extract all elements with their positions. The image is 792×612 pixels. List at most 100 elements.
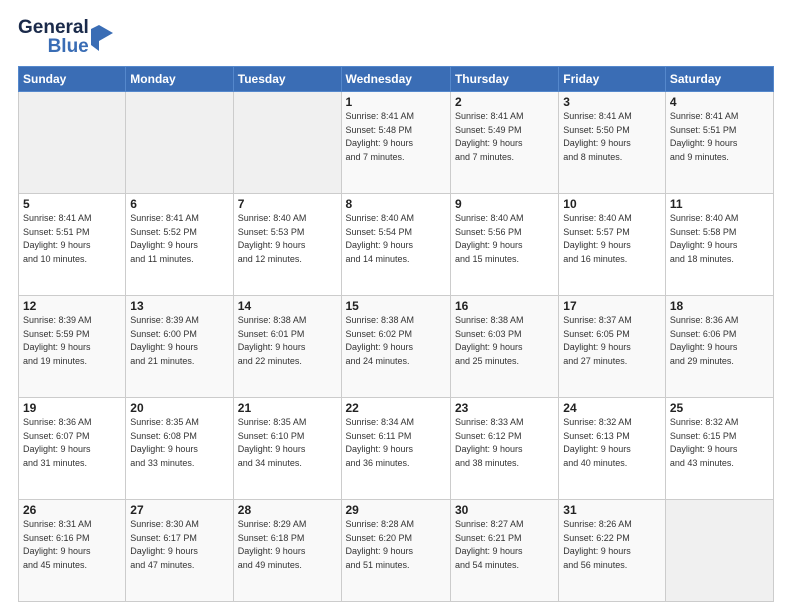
calendar-cell: 14Sunrise: 8:38 AMSunset: 6:01 PMDayligh…: [233, 296, 341, 398]
day-info: Sunrise: 8:40 AMSunset: 5:53 PMDaylight:…: [238, 212, 337, 266]
calendar-cell: [665, 500, 773, 602]
day-info: Sunrise: 8:40 AMSunset: 5:58 PMDaylight:…: [670, 212, 769, 266]
calendar-week-row: 1Sunrise: 8:41 AMSunset: 5:48 PMDaylight…: [19, 92, 774, 194]
day-info: Sunrise: 8:35 AMSunset: 6:08 PMDaylight:…: [130, 416, 228, 470]
calendar-cell: 16Sunrise: 8:38 AMSunset: 6:03 PMDayligh…: [450, 296, 558, 398]
day-info: Sunrise: 8:35 AMSunset: 6:10 PMDaylight:…: [238, 416, 337, 470]
calendar-table: SundayMondayTuesdayWednesdayThursdayFrid…: [18, 66, 774, 602]
calendar-header-row: SundayMondayTuesdayWednesdayThursdayFrid…: [19, 67, 774, 92]
calendar-cell: 3Sunrise: 8:41 AMSunset: 5:50 PMDaylight…: [559, 92, 666, 194]
calendar-cell: [19, 92, 126, 194]
logo-blue: Blue: [48, 37, 89, 56]
calendar-week-row: 26Sunrise: 8:31 AMSunset: 6:16 PMDayligh…: [19, 500, 774, 602]
day-number: 28: [238, 503, 337, 517]
day-number: 27: [130, 503, 228, 517]
day-header-sunday: Sunday: [19, 67, 126, 92]
day-info: Sunrise: 8:30 AMSunset: 6:17 PMDaylight:…: [130, 518, 228, 572]
day-header-monday: Monday: [126, 67, 233, 92]
calendar-page: General Blue SundayMondayTuesdayWednesda…: [0, 0, 792, 612]
day-number: 10: [563, 197, 661, 211]
day-number: 14: [238, 299, 337, 313]
day-number: 9: [455, 197, 554, 211]
day-number: 30: [455, 503, 554, 517]
day-info: Sunrise: 8:26 AMSunset: 6:22 PMDaylight:…: [563, 518, 661, 572]
day-info: Sunrise: 8:33 AMSunset: 6:12 PMDaylight:…: [455, 416, 554, 470]
day-number: 20: [130, 401, 228, 415]
day-number: 31: [563, 503, 661, 517]
day-info: Sunrise: 8:41 AMSunset: 5:49 PMDaylight:…: [455, 110, 554, 164]
day-number: 21: [238, 401, 337, 415]
day-info: Sunrise: 8:29 AMSunset: 6:18 PMDaylight:…: [238, 518, 337, 572]
day-number: 3: [563, 95, 661, 109]
day-info: Sunrise: 8:27 AMSunset: 6:21 PMDaylight:…: [455, 518, 554, 572]
day-info: Sunrise: 8:40 AMSunset: 5:56 PMDaylight:…: [455, 212, 554, 266]
day-number: 5: [23, 197, 121, 211]
calendar-cell: [233, 92, 341, 194]
calendar-week-row: 19Sunrise: 8:36 AMSunset: 6:07 PMDayligh…: [19, 398, 774, 500]
day-number: 8: [346, 197, 446, 211]
day-number: 1: [346, 95, 446, 109]
calendar-cell: 26Sunrise: 8:31 AMSunset: 6:16 PMDayligh…: [19, 500, 126, 602]
day-number: 24: [563, 401, 661, 415]
calendar-cell: 27Sunrise: 8:30 AMSunset: 6:17 PMDayligh…: [126, 500, 233, 602]
header: General Blue: [18, 18, 774, 56]
day-header-wednesday: Wednesday: [341, 67, 450, 92]
day-number: 29: [346, 503, 446, 517]
day-info: Sunrise: 8:38 AMSunset: 6:01 PMDaylight:…: [238, 314, 337, 368]
calendar-cell: 7Sunrise: 8:40 AMSunset: 5:53 PMDaylight…: [233, 194, 341, 296]
day-info: Sunrise: 8:41 AMSunset: 5:51 PMDaylight:…: [23, 212, 121, 266]
logo-general: General: [18, 18, 89, 37]
calendar-cell: 28Sunrise: 8:29 AMSunset: 6:18 PMDayligh…: [233, 500, 341, 602]
day-info: Sunrise: 8:28 AMSunset: 6:20 PMDaylight:…: [346, 518, 446, 572]
calendar-cell: 23Sunrise: 8:33 AMSunset: 6:12 PMDayligh…: [450, 398, 558, 500]
calendar-cell: 18Sunrise: 8:36 AMSunset: 6:06 PMDayligh…: [665, 296, 773, 398]
calendar-cell: 12Sunrise: 8:39 AMSunset: 5:59 PMDayligh…: [19, 296, 126, 398]
calendar-cell: 22Sunrise: 8:34 AMSunset: 6:11 PMDayligh…: [341, 398, 450, 500]
day-number: 19: [23, 401, 121, 415]
calendar-cell: 8Sunrise: 8:40 AMSunset: 5:54 PMDaylight…: [341, 194, 450, 296]
day-info: Sunrise: 8:32 AMSunset: 6:13 PMDaylight:…: [563, 416, 661, 470]
day-number: 6: [130, 197, 228, 211]
calendar-cell: 5Sunrise: 8:41 AMSunset: 5:51 PMDaylight…: [19, 194, 126, 296]
calendar-cell: 4Sunrise: 8:41 AMSunset: 5:51 PMDaylight…: [665, 92, 773, 194]
calendar-cell: 13Sunrise: 8:39 AMSunset: 6:00 PMDayligh…: [126, 296, 233, 398]
day-number: 2: [455, 95, 554, 109]
day-info: Sunrise: 8:38 AMSunset: 6:03 PMDaylight:…: [455, 314, 554, 368]
calendar-cell: 15Sunrise: 8:38 AMSunset: 6:02 PMDayligh…: [341, 296, 450, 398]
day-number: 23: [455, 401, 554, 415]
day-info: Sunrise: 8:39 AMSunset: 5:59 PMDaylight:…: [23, 314, 121, 368]
calendar-cell: 1Sunrise: 8:41 AMSunset: 5:48 PMDaylight…: [341, 92, 450, 194]
day-info: Sunrise: 8:38 AMSunset: 6:02 PMDaylight:…: [346, 314, 446, 368]
day-header-tuesday: Tuesday: [233, 67, 341, 92]
calendar-cell: 31Sunrise: 8:26 AMSunset: 6:22 PMDayligh…: [559, 500, 666, 602]
day-number: 26: [23, 503, 121, 517]
calendar-cell: 21Sunrise: 8:35 AMSunset: 6:10 PMDayligh…: [233, 398, 341, 500]
day-number: 4: [670, 95, 769, 109]
calendar-cell: 24Sunrise: 8:32 AMSunset: 6:13 PMDayligh…: [559, 398, 666, 500]
logo: General Blue: [18, 18, 113, 56]
calendar-cell: 29Sunrise: 8:28 AMSunset: 6:20 PMDayligh…: [341, 500, 450, 602]
day-number: 12: [23, 299, 121, 313]
day-info: Sunrise: 8:40 AMSunset: 5:57 PMDaylight:…: [563, 212, 661, 266]
day-number: 17: [563, 299, 661, 313]
day-info: Sunrise: 8:31 AMSunset: 6:16 PMDaylight:…: [23, 518, 121, 572]
calendar-cell: 30Sunrise: 8:27 AMSunset: 6:21 PMDayligh…: [450, 500, 558, 602]
calendar-cell: [126, 92, 233, 194]
calendar-cell: 20Sunrise: 8:35 AMSunset: 6:08 PMDayligh…: [126, 398, 233, 500]
day-number: 13: [130, 299, 228, 313]
calendar-cell: 11Sunrise: 8:40 AMSunset: 5:58 PMDayligh…: [665, 194, 773, 296]
calendar-cell: 9Sunrise: 8:40 AMSunset: 5:56 PMDaylight…: [450, 194, 558, 296]
calendar-cell: 6Sunrise: 8:41 AMSunset: 5:52 PMDaylight…: [126, 194, 233, 296]
day-info: Sunrise: 8:39 AMSunset: 6:00 PMDaylight:…: [130, 314, 228, 368]
logo-icon: [91, 23, 113, 51]
day-info: Sunrise: 8:32 AMSunset: 6:15 PMDaylight:…: [670, 416, 769, 470]
day-number: 25: [670, 401, 769, 415]
calendar-cell: 19Sunrise: 8:36 AMSunset: 6:07 PMDayligh…: [19, 398, 126, 500]
day-number: 16: [455, 299, 554, 313]
day-info: Sunrise: 8:41 AMSunset: 5:51 PMDaylight:…: [670, 110, 769, 164]
day-info: Sunrise: 8:37 AMSunset: 6:05 PMDaylight:…: [563, 314, 661, 368]
day-info: Sunrise: 8:34 AMSunset: 6:11 PMDaylight:…: [346, 416, 446, 470]
day-info: Sunrise: 8:41 AMSunset: 5:50 PMDaylight:…: [563, 110, 661, 164]
calendar-week-row: 5Sunrise: 8:41 AMSunset: 5:51 PMDaylight…: [19, 194, 774, 296]
calendar-week-row: 12Sunrise: 8:39 AMSunset: 5:59 PMDayligh…: [19, 296, 774, 398]
